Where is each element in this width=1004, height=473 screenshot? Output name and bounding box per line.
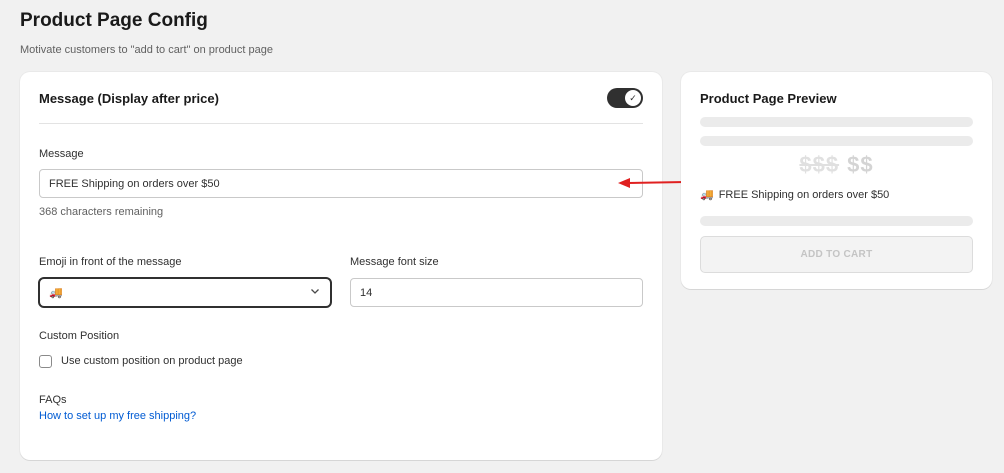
chevron-down-icon: [310, 286, 320, 299]
truck-icon: 🚚: [700, 189, 714, 201]
message-enabled-toggle[interactable]: ✓: [607, 88, 643, 108]
preview-price-new: $$: [847, 152, 874, 177]
skeleton-line: [700, 136, 973, 146]
emoji-select[interactable]: 🚚: [38, 277, 332, 308]
preview-message-text: FREE Shipping on orders over $50: [718, 189, 890, 201]
checkmark-icon: ✓: [625, 90, 641, 106]
font-size-label: Message font size: [350, 256, 439, 268]
emoji-label: Emoji in front of the message: [39, 256, 182, 268]
emoji-select-value: 🚚: [49, 287, 63, 299]
faq-link[interactable]: How to set up my free shipping?: [39, 410, 196, 422]
font-size-value: 14: [360, 286, 373, 299]
preview-price-old: $$$: [799, 152, 840, 177]
card-heading: Message (Display after price): [39, 91, 219, 106]
font-size-input[interactable]: 14: [350, 278, 643, 307]
divider: [39, 123, 643, 124]
product-page-preview-card: Product Page Preview $$$ $$ 🚚 FREE Shippin…: [681, 72, 992, 289]
annotation-arrow-icon: [618, 178, 687, 188]
message-input-value: FREE Shipping on orders over $50: [49, 177, 220, 190]
characters-remaining: 368 characters remaining: [39, 206, 164, 218]
faqs-label: FAQs: [39, 394, 67, 406]
skeleton-line: [700, 117, 973, 127]
preview-title: Product Page Preview: [700, 91, 837, 106]
page-title: Product Page Config: [20, 10, 208, 31]
custom-position-checkbox-label[interactable]: Use custom position on product page: [61, 355, 243, 367]
skeleton-line: [700, 216, 973, 226]
message-label: Message: [39, 148, 84, 160]
add-to-cart-button[interactable]: ADD TO CART: [700, 236, 973, 273]
custom-position-checkbox[interactable]: [39, 355, 52, 368]
preview-price: $$$ $$: [700, 152, 973, 178]
custom-position-label: Custom Position: [39, 330, 120, 342]
preview-message: 🚚 FREE Shipping on orders over $50: [700, 188, 889, 201]
page-subtitle: Motivate customers to "add to cart" on p…: [20, 44, 273, 56]
message-settings-card: Message (Display after price) ✓ Message …: [20, 72, 662, 460]
message-input[interactable]: FREE Shipping on orders over $50: [39, 169, 643, 198]
